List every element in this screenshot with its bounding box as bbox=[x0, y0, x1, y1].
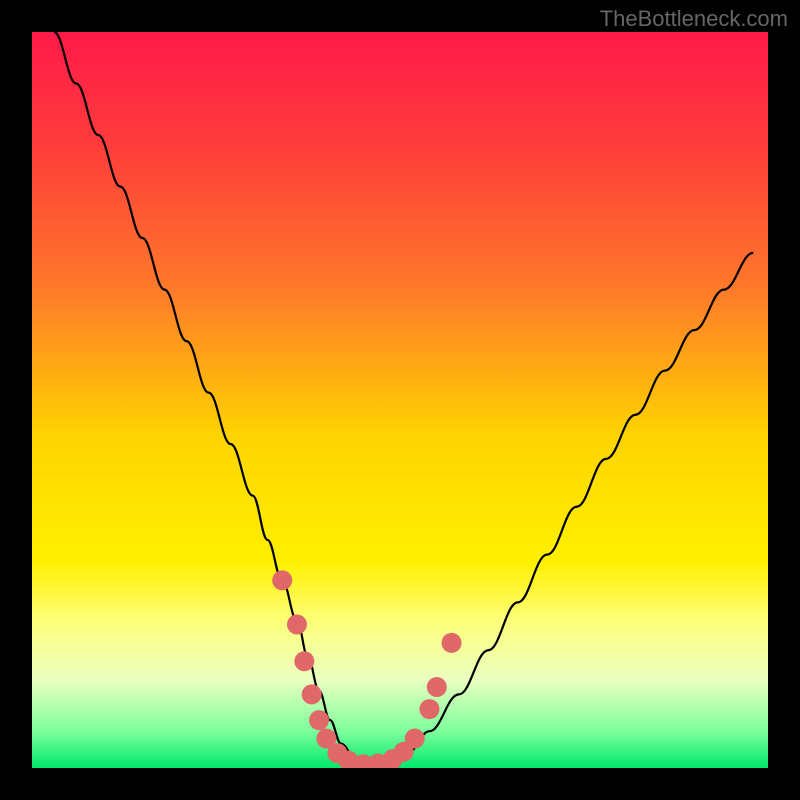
marker-point bbox=[427, 677, 447, 697]
chart-svg bbox=[32, 32, 768, 768]
marker-point bbox=[419, 699, 439, 719]
watermark-text: TheBottleneck.com bbox=[600, 6, 788, 32]
marker-point bbox=[294, 651, 314, 671]
marker-point bbox=[442, 633, 462, 653]
marker-point bbox=[309, 710, 329, 730]
marker-point bbox=[405, 729, 425, 749]
marker-point bbox=[302, 684, 322, 704]
gradient-background bbox=[32, 32, 768, 768]
marker-point bbox=[287, 614, 307, 634]
marker-point bbox=[272, 570, 292, 590]
plot-frame bbox=[32, 32, 768, 768]
